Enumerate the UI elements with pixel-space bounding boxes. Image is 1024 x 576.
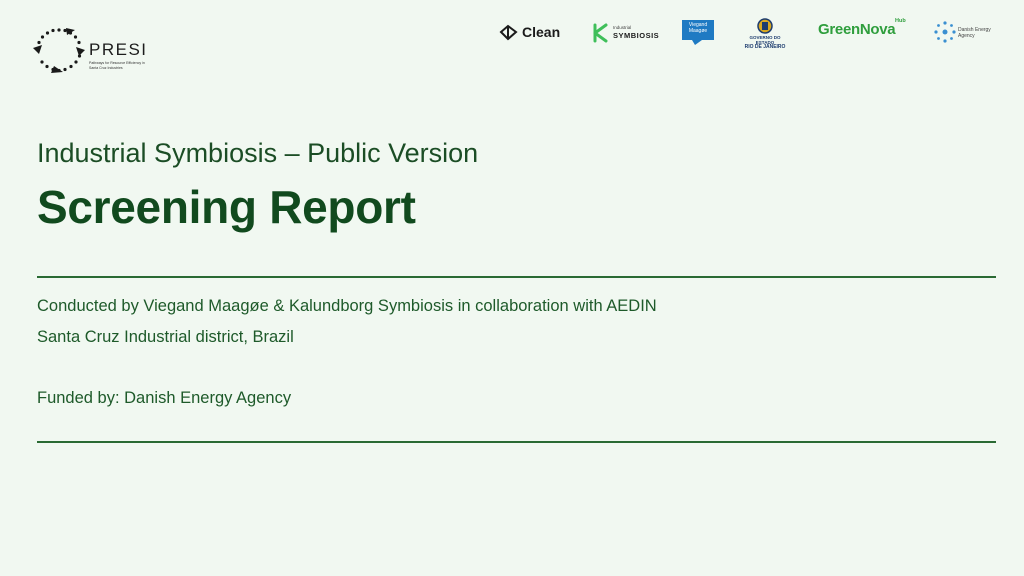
- rio-de-janeiro-logo: GOVERNO DO ESTADO RIO DE JANEIRO: [741, 35, 789, 50]
- dea-logo-line2: Agency: [958, 33, 975, 39]
- conducted-by-text: Conducted by Viegand Maagøe & Kalundborg…: [37, 297, 657, 315]
- greennova-logo-text: GreenNova: [818, 21, 896, 38]
- symbiosis-logo-text: SYMBIOSIS: [613, 31, 660, 40]
- funded-by-text: Funded by: Danish Energy Agency: [37, 389, 292, 407]
- viegand-logo-tail-icon: [692, 40, 702, 45]
- clean-logo-icon: [499, 24, 518, 41]
- symbiosis-logo-top: Industrial: [613, 25, 632, 30]
- bottom-divider: [37, 441, 996, 443]
- rj-logo-line2: RIO DE JANEIRO: [744, 44, 786, 50]
- location-text: Santa Cruz Industrial district, Brazil: [37, 328, 294, 346]
- report-title: Screening Report: [37, 181, 416, 233]
- clean-logo-text: Clean: [522, 24, 561, 40]
- danish-energy-agency-logo: Danish Energy Agency: [958, 27, 991, 39]
- report-subtitle: Industrial Symbiosis – Public Version: [37, 138, 479, 168]
- viegand-logo-line2: Maagøe: [688, 28, 708, 34]
- greennova-hub-text: Hub: [895, 18, 906, 24]
- presi-logo-tagline: Pathways for Resource Efficiency in Sant…: [89, 61, 145, 70]
- rio-de-janeiro-crest-icon: [757, 18, 773, 34]
- symbiosis-logo-icon: [593, 23, 608, 43]
- danish-energy-agency-icon: [934, 21, 956, 43]
- viegand-maagoe-logo: Viegand Maagøe: [682, 20, 714, 40]
- partner-logos: Clean Industrial SYMBIOSIS Viegand Maagø…: [0, 16, 1024, 50]
- top-divider: [37, 276, 996, 278]
